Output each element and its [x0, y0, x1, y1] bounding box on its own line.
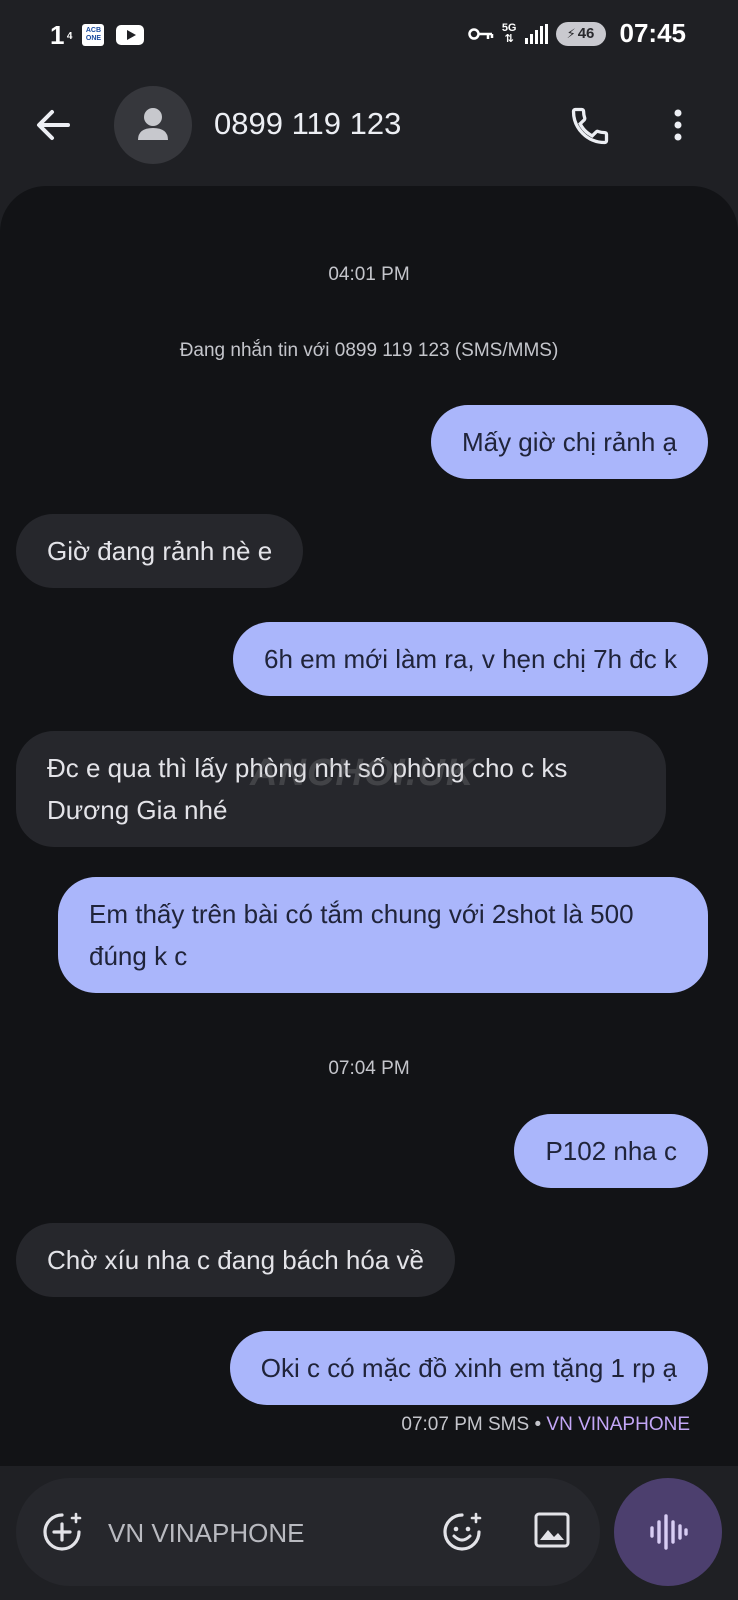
messaging-info: Đang nhắn tin với 0899 119 123 (SMS/MMS) [179, 340, 559, 361]
timestamp-separator: 04:01 PM [328, 264, 410, 285]
voice-record-button[interactable] [614, 1478, 722, 1586]
status-bar: 14 ACB ONE 5G ⇅ ⚡ 46 07:45 [0, 0, 738, 70]
message-incoming[interactable]: Chờ xíu nha c đang bách hóa về [16, 1223, 455, 1297]
message-outgoing[interactable]: Mấy giờ chị rảnh ạ [430, 405, 708, 479]
conversation-header: 0899 119 123 [0, 80, 738, 170]
person-icon [138, 108, 168, 140]
message-outgoing[interactable]: Em thấy trên bài có tắm chung với 2shot … [58, 877, 708, 993]
more-options-icon[interactable] [664, 102, 692, 148]
message-incoming[interactable]: Giờ đang rảnh nè e [16, 514, 304, 588]
network-type-icon: 5G ⇅ [501, 21, 517, 45]
gallery-icon[interactable] [532, 1510, 572, 1550]
phone-call-icon[interactable] [568, 104, 612, 148]
notification-count: 14 [50, 20, 73, 50]
message-status-line: 07:07 PM SMS • VN VINAPHONE [401, 1414, 690, 1435]
status-right: 5G ⇅ ⚡ 46 07:45 [468, 18, 686, 49]
back-arrow-icon[interactable] [30, 102, 76, 148]
contact-avatar[interactable] [114, 86, 192, 164]
timestamp-separator: 07:04 PM [328, 1058, 410, 1079]
status-time: 07:45 [619, 18, 687, 48]
message-outgoing[interactable]: Oki c có mặc đồ xinh em tặng 1 rp ạ [229, 1331, 708, 1405]
carrier-label: VN VINAPHONE [546, 1414, 690, 1435]
battery-icon: ⚡ 46 [555, 21, 606, 46]
emoji-icon[interactable] [440, 1510, 484, 1554]
status-left: 14 ACB ONE [50, 20, 145, 50]
message-outgoing[interactable]: P102 nha c [514, 1114, 708, 1188]
message-composer [16, 1478, 600, 1586]
add-attachment-icon[interactable] [40, 1510, 84, 1554]
audio-waveform-icon [650, 1514, 688, 1550]
youtube-icon [116, 25, 145, 45]
message-outgoing[interactable]: 6h em mới làm ra, v hẹn chị 7h đc k [233, 622, 708, 696]
contact-name[interactable]: 0899 119 123 [214, 106, 401, 142]
watermark: ANCHOI.UK [250, 752, 475, 794]
signal-icon [524, 23, 548, 44]
vpn-key-icon [468, 27, 494, 40]
acb-app-icon: ACB ONE [82, 24, 105, 46]
message-input[interactable] [106, 1502, 410, 1564]
